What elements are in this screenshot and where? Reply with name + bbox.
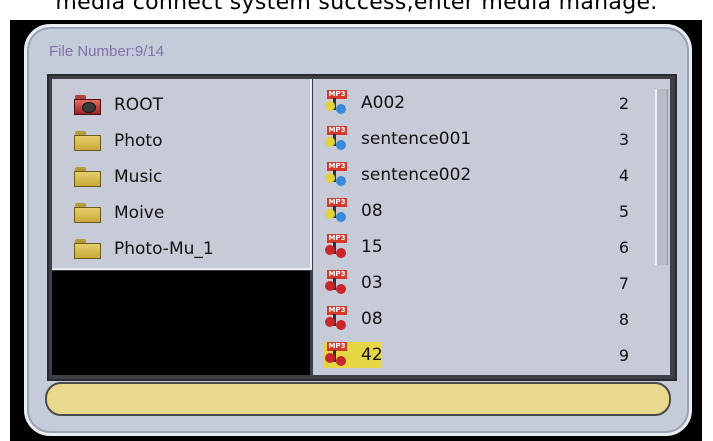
file-item[interactable]: MP3 A002 2 (323, 85, 635, 121)
file-panel: MP3 A002 2 MP3 sentence001 3 MP3 sentenc… (313, 79, 670, 375)
file-index: 3 (618, 129, 629, 149)
file-number-label: File Number:9/14 (49, 43, 165, 60)
mp3-file-icon: MP3 (323, 198, 349, 224)
folder-label: Music (114, 167, 163, 187)
file-item[interactable]: MP3 sentence001 3 (323, 121, 635, 157)
status-bar (45, 382, 671, 416)
file-index: 9 (618, 345, 629, 365)
status-message: media connect system success,enter media… (55, 0, 658, 15)
media-browser-window: File Number:9/14 ROOT Photo Music Moive … (24, 24, 692, 436)
file-name: 42 (361, 345, 383, 365)
mp3-file-icon: MP3 (323, 162, 349, 188)
preview-area (52, 271, 310, 375)
tv-screen: File Number:9/14 ROOT Photo Music Moive … (10, 20, 702, 441)
file-name: 15 (361, 237, 383, 257)
mp3-file-icon: MP3 (323, 234, 349, 260)
folder-label: ROOT (114, 95, 163, 115)
folder-label: Moive (114, 203, 165, 223)
folder-list: ROOT Photo Music Moive Photo-Mu_1 (74, 87, 214, 267)
folder-item-photo[interactable]: Photo (74, 123, 214, 159)
folder-icon (74, 239, 102, 259)
browser-content: ROOT Photo Music Moive Photo-Mu_1 MP3 A0… (47, 74, 677, 381)
folder-icon (74, 167, 102, 187)
file-index: 5 (618, 201, 629, 221)
file-index: 6 (618, 237, 629, 257)
file-item[interactable]: MP3 08 5 (323, 193, 635, 229)
folder-label: Photo (114, 131, 163, 151)
folder-item-photo-mu-1[interactable]: Photo-Mu_1 (74, 231, 214, 267)
file-list-scrollbar[interactable] (650, 79, 670, 375)
file-name: A002 (361, 93, 406, 113)
mp3-file-icon: MP3 (323, 90, 349, 116)
file-item[interactable]: MP3 03 7 (323, 265, 635, 301)
mp3-file-icon: MP3 (323, 342, 349, 368)
folder-item-music[interactable]: Music (74, 159, 214, 195)
file-index: 8 (618, 309, 629, 329)
file-index: 2 (618, 93, 629, 113)
folder-item-root[interactable]: ROOT (74, 87, 214, 123)
file-name: 03 (361, 273, 383, 293)
folder-item-moive[interactable]: Moive (74, 195, 214, 231)
file-item[interactable]: MP3 15 6 (323, 229, 635, 265)
mp3-file-icon: MP3 (323, 126, 349, 152)
folder-label: Photo-Mu_1 (114, 239, 214, 259)
file-item-selected[interactable]: MP3 42 9 (323, 337, 635, 373)
file-name: 08 (361, 201, 383, 221)
scroll-thumb[interactable] (655, 89, 668, 265)
file-item[interactable]: MP3 sentence002 4 (323, 157, 635, 193)
mp3-file-icon: MP3 (323, 306, 349, 332)
folder-panel: ROOT Photo Music Moive Photo-Mu_1 (52, 79, 312, 270)
file-list: MP3 A002 2 MP3 sentence001 3 MP3 sentenc… (323, 85, 635, 373)
file-name: sentence001 (361, 129, 472, 149)
file-name: 08 (361, 309, 383, 329)
file-index: 7 (618, 273, 629, 293)
mp3-file-icon: MP3 (323, 270, 349, 296)
file-item[interactable]: MP3 08 8 (323, 301, 635, 337)
folder-icon (74, 131, 102, 151)
file-name: sentence002 (361, 165, 472, 185)
scroll-track (655, 89, 668, 365)
folder-icon (74, 203, 102, 223)
file-index: 4 (618, 165, 629, 185)
root-drive-icon (74, 95, 102, 115)
